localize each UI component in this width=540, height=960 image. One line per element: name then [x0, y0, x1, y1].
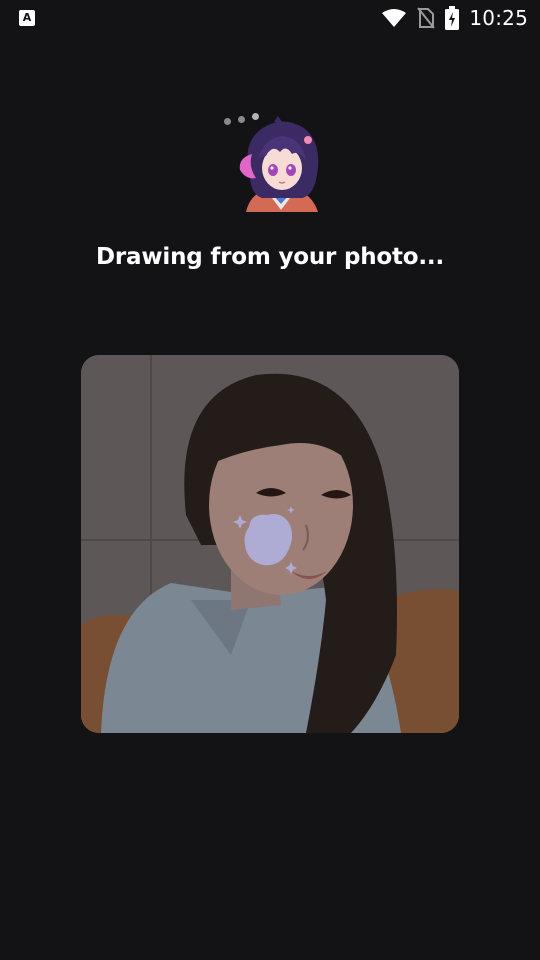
generating-screen: A 10:25 Drawing from your photo... — [0, 0, 540, 960]
anime-girl-avatar-icon — [239, 116, 319, 212]
battery-charging-icon — [445, 6, 460, 30]
status-indicators: 10:25 — [381, 5, 528, 31]
generating-status-text: Drawing from your photo... — [95, 244, 445, 270]
status-bar: A 10:25 — [0, 0, 540, 36]
status-time: 10:25 — [469, 6, 528, 30]
wifi-icon — [382, 9, 407, 27]
source-photo — [81, 355, 459, 733]
app-notification-icon: A — [19, 10, 35, 26]
no-sim-icon — [417, 7, 436, 29]
